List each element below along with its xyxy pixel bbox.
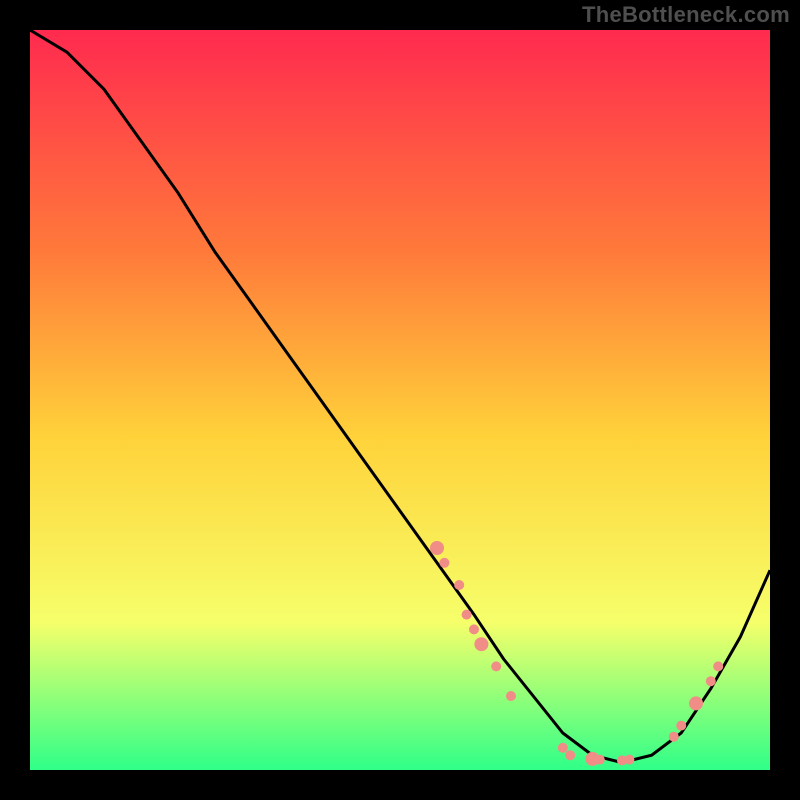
data-point [474, 637, 488, 651]
data-point [669, 732, 679, 742]
data-point [430, 541, 444, 555]
data-point [689, 696, 703, 710]
data-point [469, 624, 479, 634]
data-point [439, 558, 449, 568]
data-point [624, 755, 634, 765]
data-point [676, 721, 686, 731]
data-point [706, 676, 716, 686]
data-point [491, 661, 501, 671]
watermark-text: TheBottleneck.com [582, 2, 790, 28]
data-point [595, 755, 605, 765]
data-point [565, 750, 575, 760]
data-point [462, 610, 472, 620]
chart-stage: { "watermark": "TheBottleneck.com", "col… [0, 0, 800, 800]
data-point [454, 580, 464, 590]
data-point [558, 743, 568, 753]
data-point [506, 691, 516, 701]
data-point [713, 661, 723, 671]
chart-svg [0, 0, 800, 800]
